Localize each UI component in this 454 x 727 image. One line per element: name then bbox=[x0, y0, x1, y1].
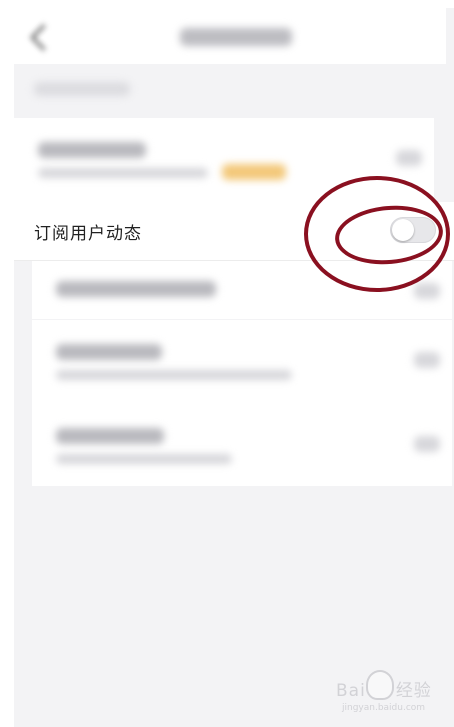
row-badge-blurred bbox=[222, 164, 286, 180]
row-toggle-blurred bbox=[414, 352, 440, 368]
watermark-suffix: 经验 bbox=[395, 681, 432, 701]
settings-row-blurred-3[interactable] bbox=[32, 320, 452, 404]
row-title-blurred bbox=[56, 428, 164, 444]
watermark-brand: Bai bbox=[336, 681, 366, 701]
settings-row-subscribe: 订阅用户动态 bbox=[14, 202, 454, 261]
settings-screen: 订阅用户动态 bbox=[14, 0, 454, 727]
watermark-url: jingyan.baidu.com bbox=[342, 703, 426, 713]
row-title-blurred bbox=[56, 281, 216, 297]
navigation-bar bbox=[14, 8, 446, 64]
left-gutter bbox=[0, 0, 14, 727]
row-subtitle-blurred bbox=[56, 370, 292, 380]
row-toggle-blurred bbox=[414, 283, 440, 299]
toggle-knob bbox=[392, 219, 414, 241]
row-title-blurred bbox=[38, 142, 146, 158]
section-header-blurred bbox=[34, 82, 130, 96]
row-toggle-blurred bbox=[414, 436, 440, 452]
settings-row-blurred-1[interactable] bbox=[14, 118, 434, 202]
subscribe-user-updates-label: 订阅用户动态 bbox=[34, 224, 142, 244]
paw-icon bbox=[366, 670, 394, 700]
settings-row-blurred-4[interactable] bbox=[32, 404, 452, 486]
row-title-blurred bbox=[56, 344, 162, 360]
row-toggle-blurred bbox=[396, 150, 422, 166]
subscribe-toggle[interactable] bbox=[390, 217, 436, 243]
back-arrow-icon[interactable] bbox=[30, 24, 57, 51]
row-subtitle-blurred bbox=[56, 454, 232, 464]
settings-row-blurred-2[interactable] bbox=[32, 261, 452, 319]
row-subtitle-blurred bbox=[38, 168, 208, 178]
status-bar bbox=[14, 0, 454, 8]
page-title-blurred bbox=[180, 28, 292, 46]
